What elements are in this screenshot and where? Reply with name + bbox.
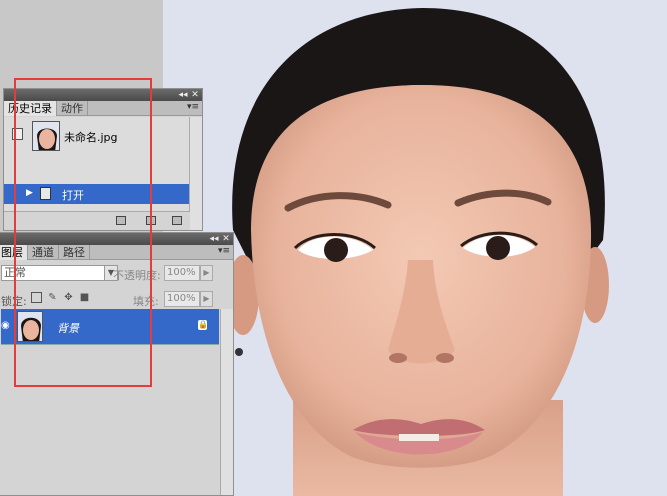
layer-row-background[interactable]: ◉ 背景 🔒	[1, 309, 219, 345]
history-list: 未命名.jpg ▶ 打开	[4, 117, 190, 217]
layers-panel: ◂◂ ✕ 图层 通道 路径 ▾≡ 正常 ▼ 不透明度: 100% ▶ 锁定: ✎…	[0, 232, 234, 496]
layer-name[interactable]: 背景	[57, 320, 79, 336]
lock-transparent-icon[interactable]	[31, 292, 42, 303]
panel-menu-icon[interactable]: ▾≡	[218, 246, 230, 256]
tab-paths[interactable]: 路径	[59, 245, 90, 260]
history-panel-tabs: 历史记录 动作 ▾≡	[4, 101, 202, 116]
history-footer	[4, 211, 190, 230]
history-snapshot[interactable]: 未命名.jpg	[4, 117, 190, 155]
history-panel: ◂◂ ✕ 历史记录 动作 ▾≡ 未命名.jpg ▶ 打开	[3, 88, 203, 231]
opacity-slider-arrow-icon[interactable]: ▶	[200, 265, 213, 281]
lock-label: 锁定:	[1, 295, 27, 308]
layer-list: ◉ 背景 🔒	[1, 309, 219, 495]
opacity-label: 不透明度:	[113, 269, 161, 282]
document-canvas[interactable]	[163, 0, 667, 496]
create-snapshot-icon[interactable]	[146, 216, 156, 225]
history-step-open[interactable]: ▶ 打开	[4, 184, 190, 204]
lock-paint-icon[interactable]: ✎	[47, 292, 58, 303]
fill-label: 填充:	[133, 295, 159, 308]
close-icon[interactable]: ✕	[190, 89, 200, 101]
layers-panel-titlebar[interactable]: ◂◂ ✕	[0, 233, 233, 245]
fill-slider-arrow-icon[interactable]: ▶	[200, 291, 213, 307]
layers-scrollbar[interactable]	[220, 309, 233, 495]
blend-mode-select[interactable]: 正常 ▼	[1, 265, 118, 281]
opacity-field[interactable]: 100%	[164, 265, 200, 281]
snapshot-thumbnail	[32, 121, 60, 151]
lock-row: 锁定: ✎ ✥ ■ 填充: 100% ▶	[1, 287, 219, 311]
snapshot-label: 未命名.jpg	[64, 131, 118, 144]
layer-lock-icon: 🔒	[198, 320, 208, 330]
blend-row: 正常 ▼ 不透明度: 100% ▶	[1, 261, 219, 285]
history-scrollbar[interactable]	[189, 117, 202, 230]
close-icon[interactable]: ✕	[221, 233, 231, 245]
collapse-icon[interactable]: ◂◂	[209, 233, 219, 245]
blend-mode-value: 正常	[4, 266, 26, 279]
portrait-photo	[163, 0, 667, 496]
fill-field[interactable]: 100%	[164, 291, 200, 307]
lock-all-icon[interactable]: ■	[79, 292, 90, 303]
collapse-icon[interactable]: ◂◂	[178, 89, 188, 101]
new-document-from-state-icon[interactable]	[116, 216, 126, 225]
tab-layers[interactable]: 图层	[0, 245, 28, 260]
layer-thumbnail	[17, 311, 43, 342]
history-panel-titlebar[interactable]: ◂◂ ✕	[4, 89, 202, 101]
panel-menu-icon[interactable]: ▾≡	[187, 102, 199, 112]
source-checkbox[interactable]	[12, 128, 23, 140]
history-state-arrow-icon: ▶	[26, 188, 33, 198]
document-icon	[40, 187, 51, 200]
tab-history[interactable]: 历史记录	[4, 101, 57, 116]
eye-icon[interactable]: ◉	[1, 321, 13, 331]
tab-actions[interactable]: 动作	[57, 101, 88, 116]
lock-move-icon[interactable]: ✥	[63, 292, 74, 303]
layers-panel-tabs: 图层 通道 路径 ▾≡	[0, 245, 233, 260]
trash-icon[interactable]	[172, 216, 182, 225]
history-step-label: 打开	[62, 189, 84, 202]
tab-channels[interactable]: 通道	[28, 245, 59, 260]
